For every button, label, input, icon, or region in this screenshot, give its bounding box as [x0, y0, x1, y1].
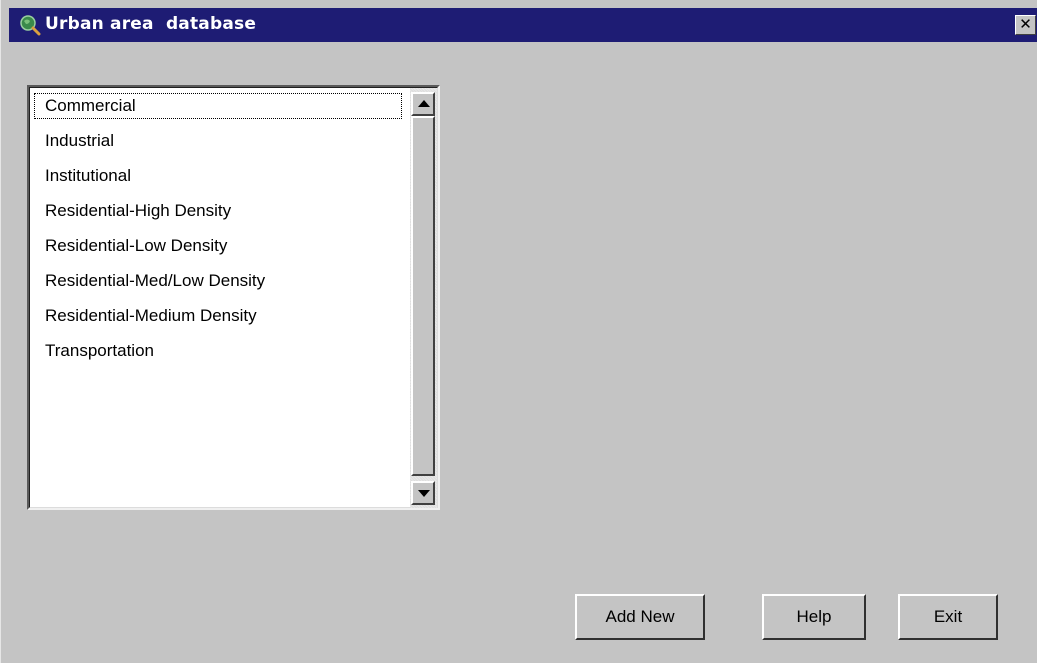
- urban-area-database-window: Urban area database ✕ Commercial Industri…: [0, 0, 1037, 663]
- title-bar[interactable]: Urban area database ✕: [9, 8, 1037, 42]
- scroll-up-button[interactable]: [411, 92, 435, 116]
- add-new-button[interactable]: Add New: [575, 594, 705, 640]
- help-button[interactable]: Help: [762, 594, 866, 640]
- list-items: Commercial Industrial Institutional Residen…: [30, 88, 407, 508]
- list-item[interactable]: Residential-Low Density: [33, 232, 403, 260]
- list-item[interactable]: Institutional: [33, 162, 403, 190]
- globe-magnifier-icon: [19, 14, 41, 36]
- window-title: Urban area database: [45, 14, 257, 34]
- close-button[interactable]: ✕: [1015, 15, 1036, 35]
- list-item[interactable]: Residential-Med/Low Density: [33, 267, 403, 295]
- vertical-scrollbar[interactable]: [410, 88, 437, 508]
- list-item[interactable]: Industrial: [33, 127, 403, 155]
- list-item[interactable]: Transportation: [33, 337, 403, 365]
- listbox-frame: Commercial Industrial Institutional Residen…: [29, 87, 438, 508]
- close-icon: ✕: [1019, 16, 1032, 33]
- exit-button[interactable]: Exit: [898, 594, 998, 640]
- arrow-down-icon: [418, 490, 430, 497]
- list-item[interactable]: Commercial: [33, 92, 403, 120]
- scroll-down-button[interactable]: [411, 481, 435, 505]
- scroll-thumb[interactable]: [411, 116, 435, 476]
- list-item[interactable]: Residential-Medium Density: [33, 302, 403, 330]
- list-item[interactable]: Residential-High Density: [33, 197, 403, 225]
- category-listbox[interactable]: Commercial Industrial Institutional Residen…: [27, 85, 440, 510]
- arrow-up-icon: [418, 100, 430, 107]
